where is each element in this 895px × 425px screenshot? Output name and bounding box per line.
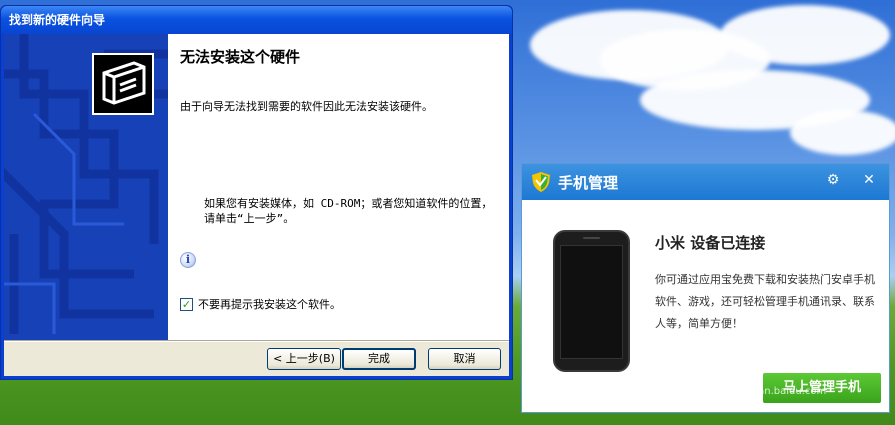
baidu-watermark: Baidu经验 bbox=[688, 331, 831, 361]
phone-earpiece bbox=[583, 237, 600, 239]
device-connected-heading: 小米 设备已连接 bbox=[655, 234, 766, 252]
dont-prompt-checkbox-label[interactable]: 不要再提示我安装这个软件。 bbox=[198, 296, 341, 312]
wizard-side-banner bbox=[4, 34, 168, 340]
dont-prompt-checkbox[interactable]: ✓ bbox=[180, 297, 193, 311]
watermark-url: jingyan.baidu.com bbox=[734, 386, 827, 397]
info-icon: i bbox=[180, 252, 196, 268]
phone-manager-popup: 手机管理 ⚙ ✕ 小米 设备已连接 你可通过应用宝免费下载和安装热门安卓手机软件… bbox=[521, 163, 890, 413]
popup-title: 手机管理 bbox=[558, 174, 619, 192]
popup-title-bar: 手机管理 ⚙ ✕ bbox=[522, 164, 889, 200]
wizard-description: 由于向导无法找到需要的软件因此无法安装该硬件。 bbox=[180, 100, 433, 113]
finish-button[interactable]: 完成 bbox=[342, 348, 416, 370]
wizard-content-pane: 无法安装这个硬件 由于向导无法找到需要的软件因此无法安装该硬件。 如果您有安装媒… bbox=[168, 34, 509, 340]
phone-screen bbox=[560, 245, 623, 359]
wizard-body: 无法安装这个硬件 由于向导无法找到需要的软件因此无法安装该硬件。 如果您有安装媒… bbox=[4, 34, 509, 376]
hardware-icon bbox=[92, 53, 154, 115]
window-title[interactable]: 找到新的硬件向导 bbox=[1, 6, 512, 34]
dont-prompt-checkbox-row[interactable]: ✓ 不要再提示我安装这个软件。 bbox=[180, 296, 341, 312]
wizard-heading: 无法安装这个硬件 bbox=[180, 48, 301, 66]
settings-gear-icon[interactable]: ⚙ bbox=[822, 169, 844, 191]
shield-logo-icon bbox=[532, 172, 550, 192]
phone-image bbox=[553, 230, 630, 372]
button-separator bbox=[4, 340, 509, 342]
found-new-hardware-wizard-window: 找到新的硬件向导 无法安装这个硬件 由于向导无法找到需要的软件因此无法安装该硬件… bbox=[0, 5, 513, 380]
back-button[interactable]: < 上一步(B) bbox=[267, 348, 341, 370]
close-icon[interactable]: ✕ bbox=[858, 169, 880, 191]
wizard-hint: 如果您有安装媒体，如 CD-ROM；或者您知道软件的位置，请单击“上一步”。 bbox=[204, 197, 493, 225]
cancel-button[interactable]: 取消 bbox=[428, 348, 501, 370]
